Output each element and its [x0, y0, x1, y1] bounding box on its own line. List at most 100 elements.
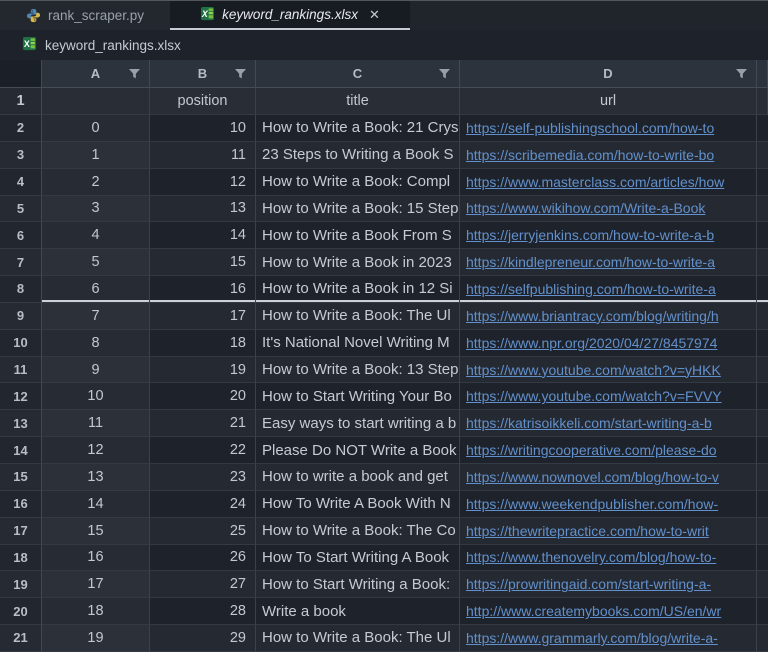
- cell-index[interactable]: 18: [42, 598, 150, 626]
- select-all-corner[interactable]: [0, 60, 42, 88]
- cell-title[interactable]: How to Write a Book: Compl: [256, 168, 460, 196]
- cell-empty[interactable]: [757, 598, 768, 626]
- header-cell-title[interactable]: title: [256, 88, 460, 115]
- url-link[interactable]: https://scribemedia.com/how-to-write-bo: [466, 147, 714, 163]
- row-number[interactable]: 20: [0, 598, 42, 626]
- cell-title[interactable]: How to Write a Book in 2023: [256, 249, 460, 277]
- row-number[interactable]: 8: [0, 276, 42, 303]
- url-link[interactable]: https://jerryjenkins.com/how-to-write-a-…: [466, 227, 714, 243]
- cell-position[interactable]: 23: [150, 463, 256, 491]
- row-number[interactable]: 13: [0, 410, 42, 438]
- cell-title[interactable]: How to Write a Book From S: [256, 222, 460, 250]
- breadcrumb[interactable]: X keyword_rankings.xlsx: [0, 30, 768, 60]
- filter-button[interactable]: [736, 68, 747, 79]
- url-link[interactable]: https://self-publishingschool.com/how-to: [466, 120, 714, 136]
- cell-position[interactable]: 28: [150, 598, 256, 626]
- cell-empty[interactable]: [757, 222, 768, 250]
- cell-title[interactable]: How to write a book and get: [256, 463, 460, 491]
- cell-index[interactable]: 4: [42, 222, 150, 250]
- header-cell-position[interactable]: position: [150, 88, 256, 115]
- cell-position[interactable]: 27: [150, 571, 256, 599]
- url-link[interactable]: https://www.weekendpublisher.com/how-: [466, 496, 718, 512]
- cell-index[interactable]: 5: [42, 249, 150, 277]
- row-number[interactable]: 9: [0, 302, 42, 330]
- tab-rank-scraper[interactable]: rank_scraper.py: [0, 1, 170, 30]
- url-link[interactable]: https://www.npr.org/2020/04/27/8457974: [466, 335, 717, 351]
- cell-position[interactable]: 16: [150, 276, 256, 303]
- cell-title[interactable]: How To Start Writing A Book: [256, 544, 460, 572]
- cell-empty[interactable]: [757, 410, 768, 438]
- cell-url[interactable]: https://www.youtube.com/watch?v=yHKK: [460, 356, 757, 384]
- url-link[interactable]: https://prowritingaid.com/start-writing-…: [466, 576, 711, 592]
- row-number[interactable]: 7: [0, 249, 42, 277]
- url-link[interactable]: https://www.wikihow.com/Write-a-Book: [466, 200, 705, 216]
- cell-index[interactable]: 7: [42, 302, 150, 330]
- cell-position[interactable]: 18: [150, 329, 256, 357]
- cell-url[interactable]: https://www.youtube.com/watch?v=FVVY: [460, 383, 757, 411]
- cell-index[interactable]: 10: [42, 383, 150, 411]
- cell-empty[interactable]: [757, 490, 768, 518]
- cell-title[interactable]: How to Write a Book in 12 Si: [256, 276, 460, 303]
- cell-url[interactable]: https://www.briantracy.com/blog/writing/…: [460, 302, 757, 330]
- row-number[interactable]: 18: [0, 544, 42, 572]
- cell-title[interactable]: How to Start Writing a Book:: [256, 571, 460, 599]
- header-cell-blank[interactable]: [42, 88, 150, 115]
- row-number[interactable]: 2: [0, 115, 42, 142]
- cell-title[interactable]: It's National Novel Writing M: [256, 329, 460, 357]
- url-link[interactable]: https://www.masterclass.com/articles/how: [466, 174, 724, 190]
- cell-index[interactable]: 15: [42, 517, 150, 545]
- cell-empty[interactable]: [757, 356, 768, 384]
- cell-title[interactable]: How to Write a Book: The Co: [256, 517, 460, 545]
- url-link[interactable]: https://www.briantracy.com/blog/writing/…: [466, 308, 719, 324]
- column-header-b[interactable]: B: [150, 60, 256, 88]
- cell-position[interactable]: 22: [150, 437, 256, 464]
- cell-title[interactable]: How To Write A Book With N: [256, 490, 460, 518]
- row-number[interactable]: 11: [0, 356, 42, 384]
- cell-title[interactable]: How to Write a Book: 21 Crys: [256, 115, 460, 142]
- cell-position[interactable]: 26: [150, 544, 256, 572]
- cell-index[interactable]: 3: [42, 195, 150, 223]
- row-number[interactable]: 15: [0, 463, 42, 491]
- row-number[interactable]: 4: [0, 168, 42, 196]
- cell-empty[interactable]: [757, 437, 768, 464]
- cell-position[interactable]: 20: [150, 383, 256, 411]
- cell-empty[interactable]: [757, 115, 768, 142]
- cell-position[interactable]: 13: [150, 195, 256, 223]
- cell-position[interactable]: 14: [150, 222, 256, 250]
- cell-title[interactable]: Write a book: [256, 598, 460, 626]
- cell-url[interactable]: https://www.masterclass.com/articles/how: [460, 168, 757, 196]
- cell-empty[interactable]: [757, 625, 768, 652]
- cell-position[interactable]: 21: [150, 410, 256, 438]
- cell-url[interactable]: https://katrisoikkeli.com/start-writing-…: [460, 410, 757, 438]
- filter-button[interactable]: [439, 68, 450, 79]
- cell-title[interactable]: Please Do NOT Write a Book: [256, 437, 460, 464]
- url-link[interactable]: https://www.thenovelry.com/blog/how-to-: [466, 549, 716, 565]
- url-link[interactable]: https://www.grammarly.com/blog/write-a-: [466, 630, 718, 646]
- cell-title[interactable]: Easy ways to start writing a b: [256, 410, 460, 438]
- cell-url[interactable]: https://www.npr.org/2020/04/27/8457974: [460, 329, 757, 357]
- cell-empty[interactable]: [757, 544, 768, 572]
- cell-url[interactable]: https://www.weekendpublisher.com/how-: [460, 490, 757, 518]
- cell-empty[interactable]: [757, 249, 768, 277]
- url-link[interactable]: https://thewritepractice.com/how-to-writ: [466, 523, 709, 539]
- cell-empty[interactable]: [757, 141, 768, 169]
- cell-title[interactable]: 23 Steps to Writing a Book S: [256, 141, 460, 169]
- row-number[interactable]: 6: [0, 222, 42, 250]
- header-cell-url[interactable]: url: [460, 88, 757, 115]
- cell-empty[interactable]: [757, 168, 768, 196]
- cell-index[interactable]: 16: [42, 544, 150, 572]
- cell-index[interactable]: 0: [42, 115, 150, 142]
- row-number[interactable]: 1: [0, 88, 42, 115]
- url-link[interactable]: https://www.nownovel.com/blog/how-to-v: [466, 469, 719, 485]
- url-link[interactable]: https://writingcooperative.com/please-do: [466, 442, 717, 458]
- cell-index[interactable]: 12: [42, 437, 150, 464]
- cell-position[interactable]: 29: [150, 625, 256, 652]
- url-link[interactable]: https://selfpublishing.com/how-to-write-…: [466, 281, 716, 297]
- cell-url[interactable]: https://prowritingaid.com/start-writing-…: [460, 571, 757, 599]
- url-link[interactable]: https://katrisoikkeli.com/start-writing-…: [466, 415, 712, 431]
- url-link[interactable]: https://kindlepreneur.com/how-to-write-a: [466, 254, 715, 270]
- column-header-d[interactable]: D: [460, 60, 757, 88]
- cell-empty[interactable]: [757, 276, 768, 303]
- row-number[interactable]: 19: [0, 571, 42, 599]
- cell-empty[interactable]: [757, 463, 768, 491]
